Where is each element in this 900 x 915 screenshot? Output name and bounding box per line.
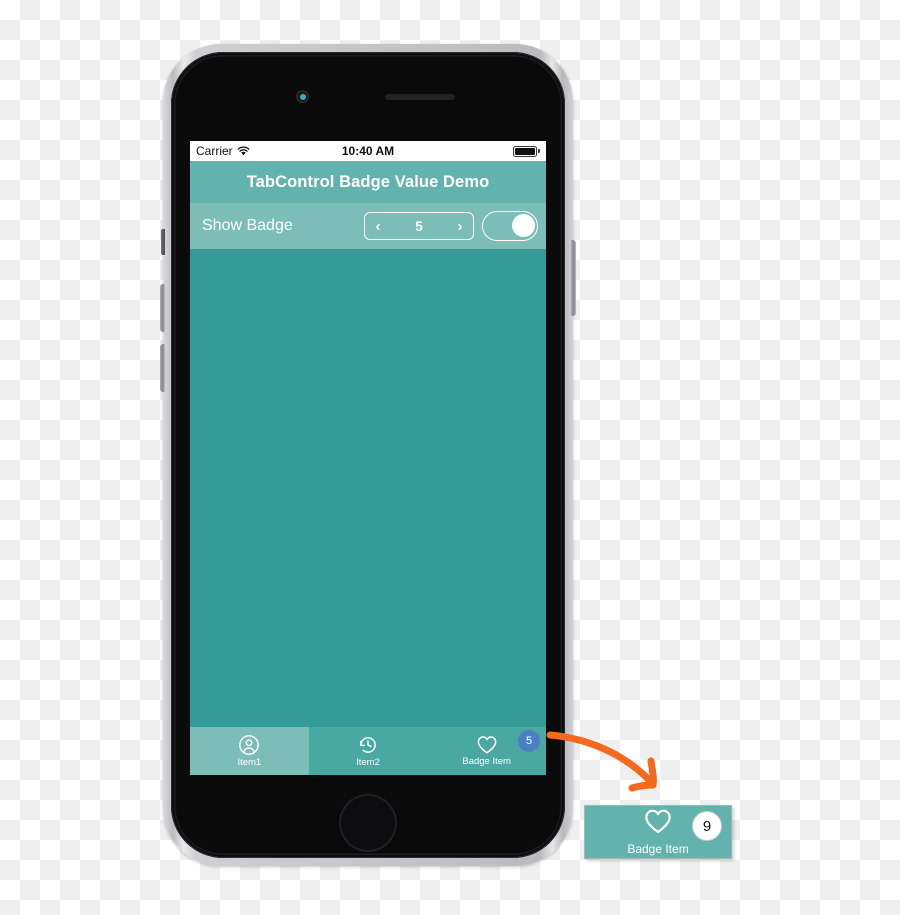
badge-value-stepper[interactable]: ‹ 5 › (364, 212, 474, 240)
tab-label: Item2 (356, 757, 380, 769)
callout-badge: 9 (692, 811, 722, 841)
show-badge-label: Show Badge (202, 217, 293, 234)
wifi-icon (237, 146, 250, 156)
tab-item-item2[interactable]: Item2 (309, 727, 428, 775)
power-button[interactable] (571, 240, 576, 316)
carrier-label: Carrier (196, 144, 233, 158)
stepper-value: 5 (415, 218, 423, 234)
person-circle-icon (238, 734, 260, 756)
volume-down-button[interactable] (160, 344, 165, 392)
tab-label: Badge Item (462, 756, 511, 768)
home-button[interactable] (339, 794, 397, 852)
chevron-left-icon[interactable]: ‹ (365, 219, 391, 234)
tab-item-item1[interactable]: Item1 (190, 727, 309, 775)
front-camera (296, 90, 309, 103)
status-bar: Carrier 10:40 AM (190, 141, 546, 161)
tab-badge: 5 (518, 730, 540, 752)
callout-label: Badge Item (627, 842, 689, 856)
phone-screen: Carrier 10:40 AM TabControl Badge Value … (190, 141, 546, 775)
earpiece-speaker (385, 94, 455, 100)
volume-up-button[interactable] (160, 284, 165, 332)
badge-item-callout: Badge Item 9 (584, 805, 732, 859)
history-clock-icon (357, 734, 379, 756)
content-area (190, 249, 546, 727)
status-carrier-group: Carrier (196, 144, 250, 158)
tab-bar: Item1 Item2 Badge Item 5 (190, 727, 546, 775)
iphone-device-mockup: Carrier 10:40 AM TabControl Badge Value … (160, 44, 576, 866)
toggle-knob (512, 214, 535, 237)
silent-switch[interactable] (161, 229, 165, 255)
page-title: TabControl Badge Value Demo (246, 172, 490, 191)
chevron-right-icon[interactable]: › (447, 219, 473, 234)
heart-outline-icon (476, 735, 498, 755)
heart-outline-icon (643, 808, 673, 840)
battery-full-icon (513, 145, 540, 157)
navigation-bar: TabControl Badge Value Demo (190, 161, 546, 203)
show-badge-toggle[interactable] (482, 211, 538, 241)
show-badge-row: Show Badge ‹ 5 › (190, 203, 546, 249)
tab-label: Item1 (237, 757, 262, 769)
